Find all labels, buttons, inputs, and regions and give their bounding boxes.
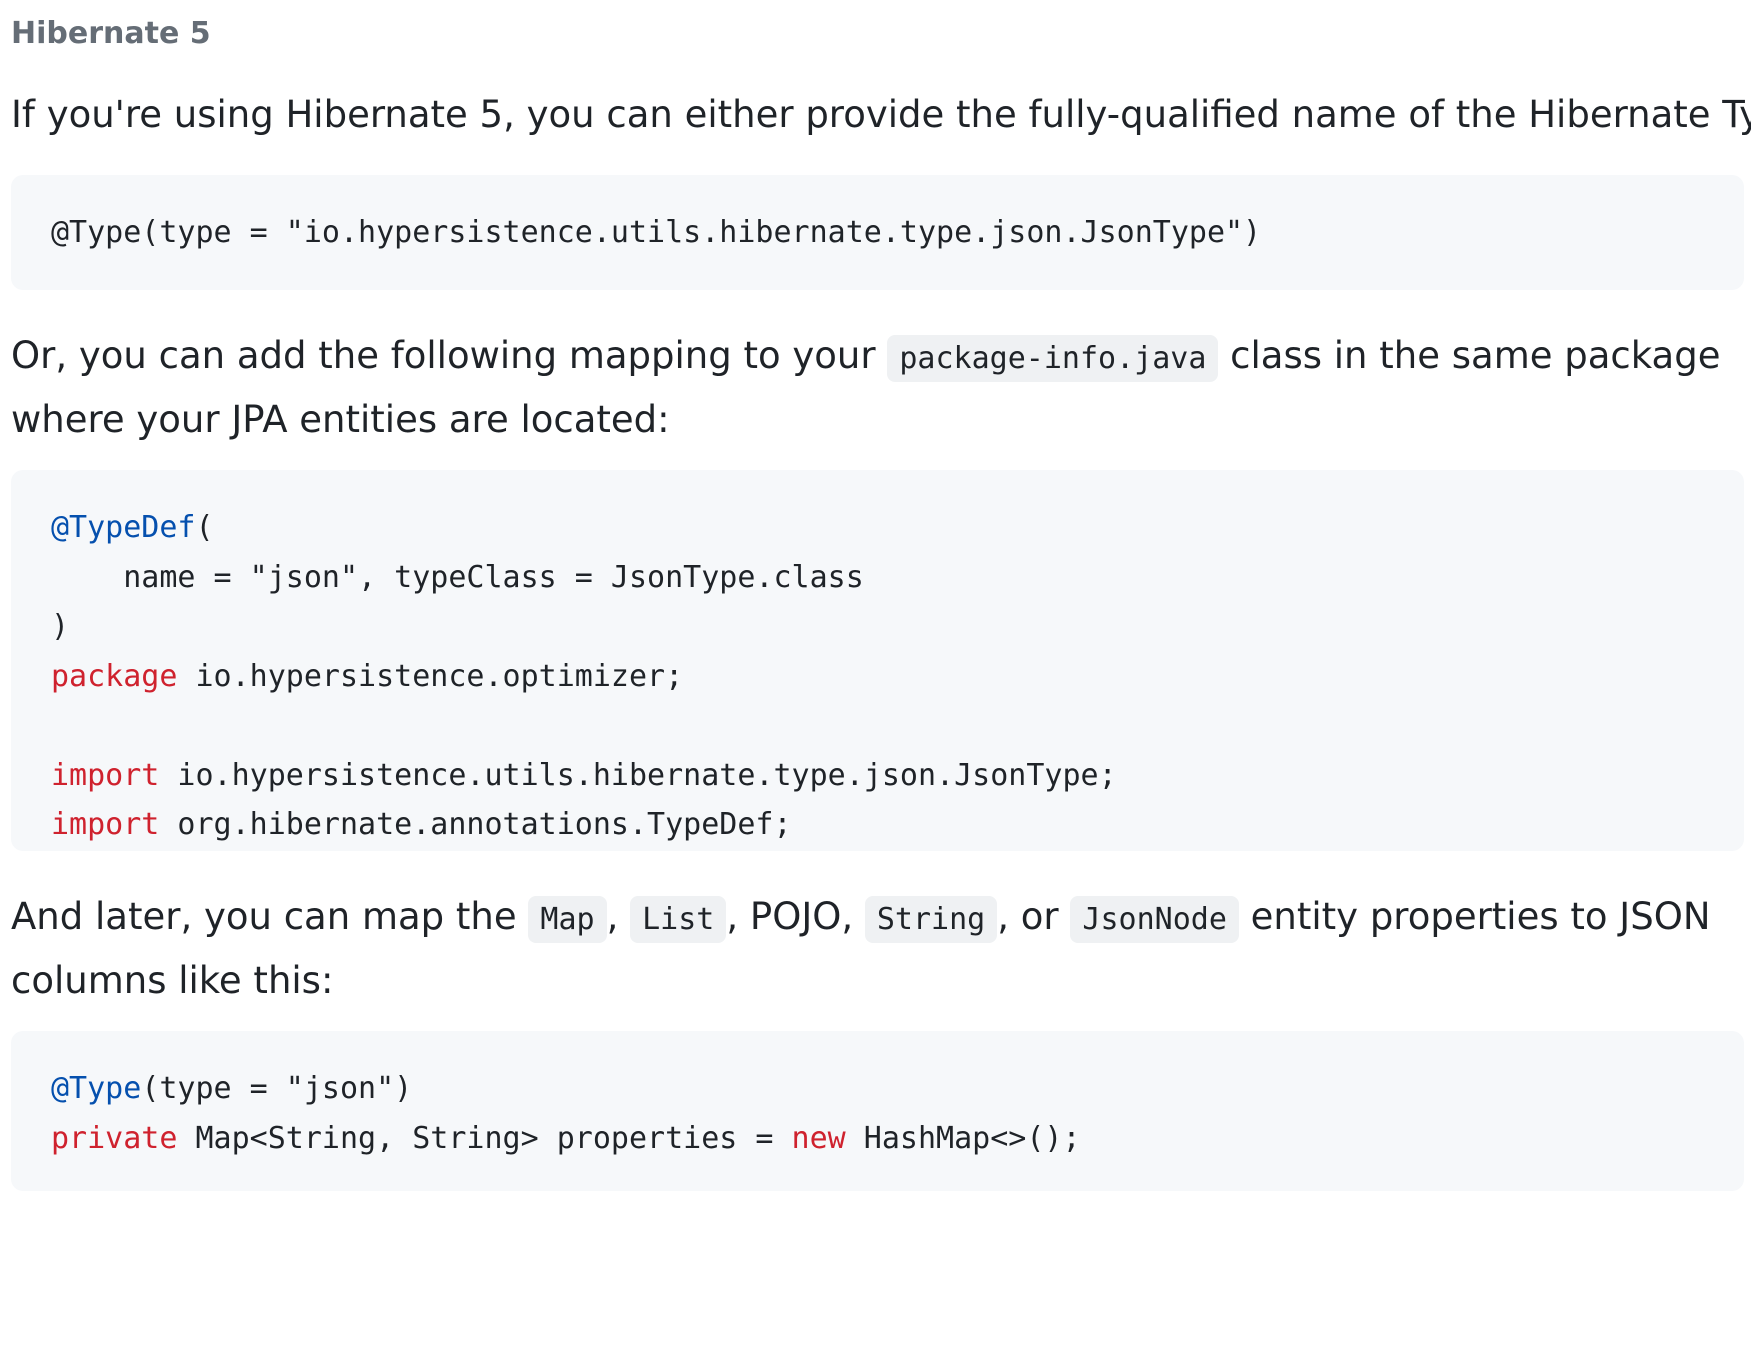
inline-code-map: Map — [528, 896, 607, 943]
keyword-token: import — [51, 757, 160, 793]
code-token: (type = "json") — [141, 1071, 413, 1106]
paragraph-text: , POJO, — [726, 895, 865, 938]
code-token: ) — [51, 609, 70, 644]
code-content: @TypeDef( name = "json", typeClass = Jso… — [51, 470, 1744, 850]
intro-paragraph: If you're using Hibernate 5, you can eit… — [11, 93, 1751, 136]
code-token: Map<String, String> properties = — [177, 1120, 792, 1156]
keyword-token: import — [51, 807, 160, 842]
code-token: io.hypersistence.utils.hibernate.type.js… — [159, 757, 1117, 793]
mapping-paragraph: And later, you can map the Map, List, PO… — [11, 886, 1711, 1011]
paragraph-line: And later, you can map the Map, List, PO… — [11, 886, 1711, 950]
code-block-type-annotation[interactable]: @Type(type = "io.hypersistence.utils.hib… — [11, 175, 1744, 290]
inline-code-list: List — [630, 896, 727, 943]
code-content: @Type(type = "json") private Map<String,… — [51, 1031, 1744, 1163]
article: Hibernate 5 If you're using Hibernate 5,… — [0, 0, 1751, 1352]
paragraph-text: , — [606, 895, 631, 938]
paragraph-text: Or, you can add the following mapping to… — [11, 334, 888, 377]
paragraph-text: entity properties to JSON — [1238, 895, 1711, 938]
code-token: name = "json", typeClass = JsonType.clas… — [51, 559, 864, 595]
code-token: org.hibernate.annotations.TypeDef; — [159, 807, 792, 842]
paragraph-line: Or, you can add the following mapping to… — [11, 325, 1720, 389]
code-block-property-mapping[interactable]: @Type(type = "json") private Map<String,… — [11, 1031, 1744, 1191]
paragraph-line: where your JPA entities are located: — [11, 398, 670, 441]
code-token: io.hypersistence.optimizer; — [177, 658, 684, 694]
inline-code-package-info: package-info.java — [887, 335, 1219, 382]
inline-code-jsonnode: JsonNode — [1070, 896, 1239, 943]
paragraph-text: , or — [997, 895, 1071, 938]
paragraph-text: class in the same package — [1218, 334, 1721, 377]
code-token: ( — [195, 510, 214, 545]
section-heading: Hibernate 5 — [11, 16, 211, 51]
code-token: HashMap<>(); — [845, 1120, 1081, 1156]
keyword-token: private — [51, 1120, 178, 1156]
package-info-paragraph: Or, you can add the following mapping to… — [11, 325, 1720, 450]
code-block-typedef[interactable]: @TypeDef( name = "json", typeClass = Jso… — [11, 470, 1744, 851]
annotation-token: @TypeDef — [51, 510, 196, 545]
annotation-token: @Type — [51, 1071, 142, 1106]
paragraph-text: And later, you can map the — [11, 895, 529, 938]
keyword-token: package — [51, 658, 178, 694]
code-line: @Type(type = "io.hypersistence.utils.hib… — [51, 215, 1262, 250]
keyword-token: new — [791, 1120, 846, 1156]
paragraph-line: columns like this: — [11, 959, 334, 1002]
inline-code-string: String — [864, 896, 998, 943]
